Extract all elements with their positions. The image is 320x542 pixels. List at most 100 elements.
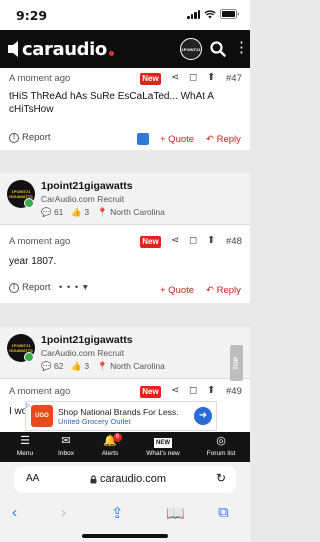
nav-whats-new[interactable]: NEW What's new (138, 435, 188, 457)
online-status-indicator (24, 198, 34, 208)
likes-stat: 👍 3 (71, 361, 90, 371)
location-stat: 📍 North Carolina (97, 207, 165, 217)
post-time[interactable]: A moment ago (9, 236, 70, 247)
forward-icon[interactable]: › (61, 504, 66, 521)
site-logo[interactable]: caraudio (6, 37, 114, 61)
battery-icon (220, 9, 239, 19)
online-status-indicator (24, 352, 34, 362)
share-icon[interactable]: ⋖ (171, 385, 179, 396)
forum-icon: ◎ (216, 435, 226, 447)
nav-alerts[interactable]: 🔔 6 Alerts (85, 433, 135, 457)
speaker-logo-icon (8, 41, 18, 57)
reply-button[interactable]: ↶ Reply (206, 285, 241, 296)
avatar-text: 1POINT21 (181, 46, 201, 52)
new-badge: New (140, 236, 161, 248)
status-icons (187, 9, 240, 19)
status-time: 9:29 (16, 8, 48, 23)
post-body: year 1807. (9, 256, 57, 267)
post-48: A moment ago New ⋖ ◻ ⬆ #48 year 1807. ! … (0, 225, 250, 303)
messages-count: 61 (53, 207, 64, 217)
post-time[interactable]: A moment ago (9, 386, 70, 397)
wifi-icon (204, 9, 216, 18)
upvote-icon[interactable]: ⬆ (207, 385, 215, 396)
report-label: Report (22, 282, 51, 293)
messages-stat: 💬 62 (41, 361, 64, 371)
url-text: caraudio.com (100, 473, 167, 485)
inbox-icon: ✉ (61, 435, 71, 447)
post-meta: A moment ago New ⋖ ◻ ⬆ #49 (0, 383, 250, 401)
reload-icon[interactable]: ↻ (216, 471, 226, 485)
ad-logo: UGO (31, 405, 53, 427)
bottom-nav: ☰ Menu ✉ Inbox 🔔 6 Alerts NEW What's new… (0, 432, 250, 462)
url-display[interactable]: caraudio.com (90, 473, 166, 485)
post-meta: A moment ago New ⋖ ◻ ⬆ #47 (0, 70, 250, 88)
account-avatar[interactable]: 1POINT21 (180, 38, 202, 60)
user-info: 1POINT21 GIGAWATTS 1point21gigawatts Car… (0, 327, 250, 379)
location: North Carolina (110, 361, 165, 371)
report-button[interactable]: ! Report (9, 132, 51, 143)
nav-inbox[interactable]: ✉ Inbox (41, 435, 91, 457)
nav-label: Forum list (206, 450, 236, 457)
post-meta: A moment ago New ⋖ ◻ ⬆ #48 (0, 233, 250, 251)
bookmark-icon[interactable]: ◻ (189, 235, 197, 246)
user-info: 1POINT21 GIGAWATTS 1point21gigawatts Car… (0, 173, 250, 225)
upvote-icon[interactable]: ⬆ (207, 235, 215, 246)
bookmark-icon[interactable]: ◻ (189, 385, 197, 396)
report-button[interactable]: ! Report (9, 282, 51, 293)
more-options-icon[interactable]: ⋮ (234, 39, 249, 57)
post-number[interactable]: #47 (226, 73, 242, 84)
bell-icon: 🔔 (103, 435, 117, 447)
ad-subtitle: United Grocery Outlet (58, 416, 131, 426)
post-number[interactable]: #48 (226, 236, 242, 247)
alerts-badge: 6 (113, 433, 122, 442)
share-icon[interactable]: ⋖ (171, 72, 179, 83)
new-badge: New (140, 73, 161, 85)
username[interactable]: 1point21gigawatts (41, 334, 133, 346)
ad-title: Shop National Brands For Less. (58, 406, 179, 417)
like-icon[interactable] (137, 133, 149, 145)
report-label: Report (22, 132, 51, 143)
cellular-signal-icon (187, 9, 200, 19)
tabs-icon[interactable]: ⧉ (218, 504, 229, 521)
share-sheet-icon[interactable]: ⇪ (111, 504, 124, 522)
likes-stat: 👍 3 (71, 207, 90, 217)
nav-forum-list[interactable]: ◎ Forum list (196, 435, 246, 457)
bookmark-icon[interactable]: ◻ (189, 72, 197, 83)
location-stat: 📍 North Carolina (97, 361, 165, 371)
search-icon[interactable] (210, 41, 226, 57)
ad-text: Shop National Brands For Less. United Gr… (58, 407, 178, 426)
user-stats: 💬 62 👍 3 📍 North Carolina (41, 361, 165, 372)
more-actions-button[interactable]: • • • ▾ (59, 282, 89, 293)
bookmarks-icon[interactable]: 📖 (166, 504, 185, 522)
user-title: CarAudio.com Recruit (41, 194, 125, 204)
nav-label: What's new (146, 450, 180, 457)
reply-label: Reply (216, 285, 241, 296)
ad-info-icon[interactable]: ▷ (26, 402, 31, 409)
url-field[interactable]: AA caraudio.com ↻ (14, 466, 236, 493)
post-body: tHiS ThReAd hAs SuRe EsCaLaTed... WhAt A… (9, 91, 214, 115)
reader-options-button[interactable]: AA (26, 473, 39, 484)
status-bar: 9:29 (0, 0, 250, 30)
post-number[interactable]: #49 (226, 386, 242, 397)
username[interactable]: 1point21gigawatts (41, 180, 133, 192)
new-icon: NEW (154, 438, 172, 448)
logo-text: caraudio (22, 38, 107, 60)
post-separator (0, 150, 250, 173)
quote-button[interactable]: + Quote (160, 285, 194, 296)
safari-address-bar: AA caraudio.com ↻ (0, 462, 250, 498)
user-stats: 💬 61 👍 3 📍 North Carolina (41, 207, 165, 218)
nav-label: Alerts (101, 450, 119, 457)
location: North Carolina (110, 207, 165, 217)
home-indicator (82, 534, 168, 538)
back-icon[interactable]: ‹ (12, 504, 17, 521)
nav-label: Inbox (58, 450, 74, 457)
quote-button[interactable]: + Quote (160, 134, 194, 145)
ad-arrow-icon[interactable]: ➜ (194, 407, 212, 425)
more-actions-label: • • • (59, 282, 80, 293)
share-icon[interactable]: ⋖ (171, 235, 179, 246)
scroll-to-top-button[interactable]: TOP (230, 345, 243, 381)
upvote-icon[interactable]: ⬆ (207, 72, 215, 83)
post-time[interactable]: A moment ago (9, 73, 70, 84)
ad-banner[interactable]: ▷ UGO Shop National Brands For Less. Uni… (25, 401, 217, 431)
reply-button[interactable]: ↶ Reply (206, 134, 241, 145)
